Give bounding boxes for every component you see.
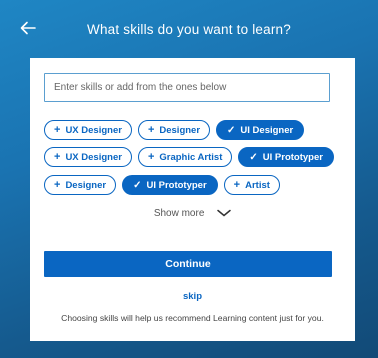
skill-chip-label: Artist — [245, 179, 270, 191]
skill-chip[interactable]: + Artist — [223, 175, 280, 195]
skill-chip[interactable]: + Designer — [44, 175, 117, 195]
skill-chip[interactable]: + Graphic Artist — [137, 147, 233, 167]
skill-chip[interactable]: ✓ UI Prototyper — [238, 147, 334, 167]
chip-row-1: + UX Designer + Designer ✓ UI Designer — [44, 120, 305, 140]
skill-chip-label: UI Designer — [240, 124, 294, 136]
header: What skills do you want to learn? — [0, 0, 378, 58]
footer-note: Choosing skills will help us recommend L… — [61, 313, 324, 323]
skill-chip-label: UX Designer — [65, 151, 122, 163]
continue-button[interactable]: Continue — [44, 251, 332, 277]
chip-row-3: + Designer ✓ UI Prototyper + Artist — [44, 175, 280, 195]
check-icon: ✓ — [249, 151, 258, 163]
check-icon: ✓ — [133, 179, 142, 191]
skill-chip[interactable]: + UX Designer — [44, 147, 132, 167]
skill-chip-label: Designer — [159, 124, 201, 136]
chip-row-2: + UX Designer + Graphic Artist ✓ UI Prototype… — [44, 147, 334, 167]
skill-chip[interactable]: + Designer — [137, 120, 211, 140]
plus-icon: + — [147, 124, 155, 136]
plus-icon: + — [233, 179, 241, 191]
skill-chip[interactable]: + UX Designer — [44, 120, 132, 140]
plus-icon: + — [147, 151, 155, 163]
check-icon: ✓ — [227, 124, 236, 136]
show-more-button[interactable]: Show more — [30, 208, 355, 219]
skill-chip[interactable]: ✓ UI Designer — [216, 120, 305, 140]
chevron-down-icon — [217, 210, 231, 217]
plus-icon: + — [54, 124, 61, 136]
skill-chip-label: Graphic Artist — [159, 151, 223, 163]
skill-chip[interactable]: ✓ UI Prototyper — [122, 175, 218, 195]
skip-link[interactable]: skip — [30, 291, 355, 302]
skill-chip-label: UI Prototyper — [262, 151, 323, 163]
skills-search-input[interactable] — [44, 73, 330, 102]
skill-chip-label: Designer — [65, 179, 107, 191]
skill-chip-label: UX Designer — [65, 124, 122, 136]
plus-icon: + — [54, 151, 61, 163]
skills-card: + UX Designer + Designer ✓ UI Designer + UX De… — [30, 58, 355, 341]
page-title: What skills do you want to learn? — [87, 22, 291, 37]
show-more-label: Show more — [153, 208, 205, 219]
skill-chip-label: UI Prototyper — [146, 179, 207, 191]
plus-icon: + — [54, 179, 61, 191]
